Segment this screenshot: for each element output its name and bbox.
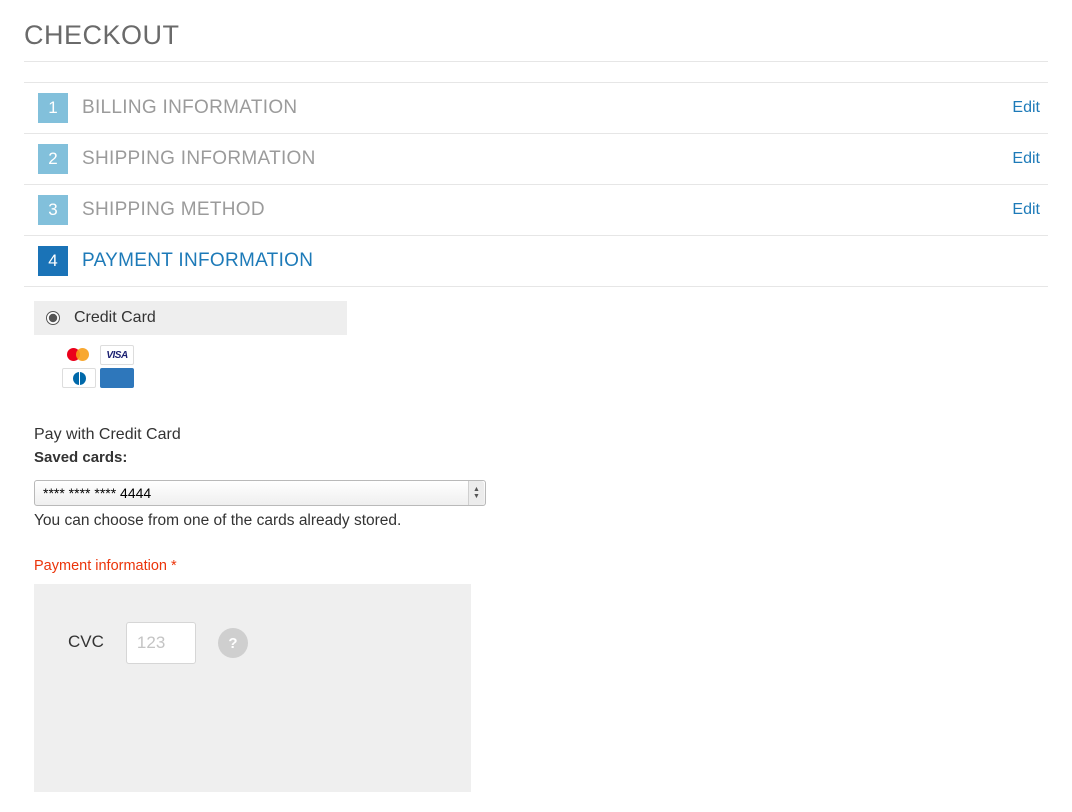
payment-method-credit-card[interactable]: Credit Card (34, 301, 347, 335)
credit-card-radio-label: Credit Card (74, 309, 156, 327)
pay-with-heading: Pay with Credit Card (34, 426, 1038, 444)
step-num-4: 4 (38, 246, 68, 276)
step-shipping-info: 2 SHIPPING INFORMATION Edit (24, 134, 1048, 185)
payment-info-required-label: Payment information * (34, 558, 1038, 574)
edit-shipping-method-link[interactable]: Edit (1012, 201, 1048, 219)
visa-icon: VISA (100, 345, 134, 365)
page-title: CHECKOUT (24, 20, 1048, 62)
step-billing: 1 BILLING INFORMATION Edit (24, 83, 1048, 134)
cvc-panel: CVC ? (34, 584, 471, 792)
saved-cards-select[interactable]: **** **** **** 4444 (34, 480, 486, 506)
saved-cards-hint: You can choose from one of the cards alr… (34, 512, 1038, 530)
credit-card-radio[interactable] (46, 311, 60, 325)
step-num-1: 1 (38, 93, 68, 123)
step-label-shipping-method: SHIPPING METHOD (82, 199, 1012, 221)
diners-club-icon (62, 368, 96, 388)
step-payment: 4 PAYMENT INFORMATION (24, 236, 1048, 287)
cvc-label: CVC (68, 622, 104, 652)
checkout-steps: 1 BILLING INFORMATION Edit 2 SHIPPING IN… (24, 82, 1048, 287)
amex-icon (100, 368, 134, 388)
step-label-billing: BILLING INFORMATION (82, 97, 1012, 119)
step-label-shipping-info: SHIPPING INFORMATION (82, 148, 1012, 170)
edit-billing-link[interactable]: Edit (1012, 99, 1048, 117)
payment-body: Credit Card VISA Pay with Credit Card Sa… (24, 287, 1048, 792)
saved-cards-select-wrap: **** **** **** 4444 ▲▼ (34, 480, 486, 506)
step-num-2: 2 (38, 144, 68, 174)
cvc-input[interactable] (126, 622, 196, 664)
card-logos: VISA (62, 345, 1038, 388)
step-shipping-method: 3 SHIPPING METHOD Edit (24, 185, 1048, 236)
edit-shipping-info-link[interactable]: Edit (1012, 150, 1048, 168)
saved-cards-label: Saved cards: (34, 449, 1038, 466)
step-num-3: 3 (38, 195, 68, 225)
mastercard-icon (62, 345, 96, 365)
cvc-help-icon[interactable]: ? (218, 628, 248, 658)
step-label-payment: PAYMENT INFORMATION (82, 250, 1048, 272)
